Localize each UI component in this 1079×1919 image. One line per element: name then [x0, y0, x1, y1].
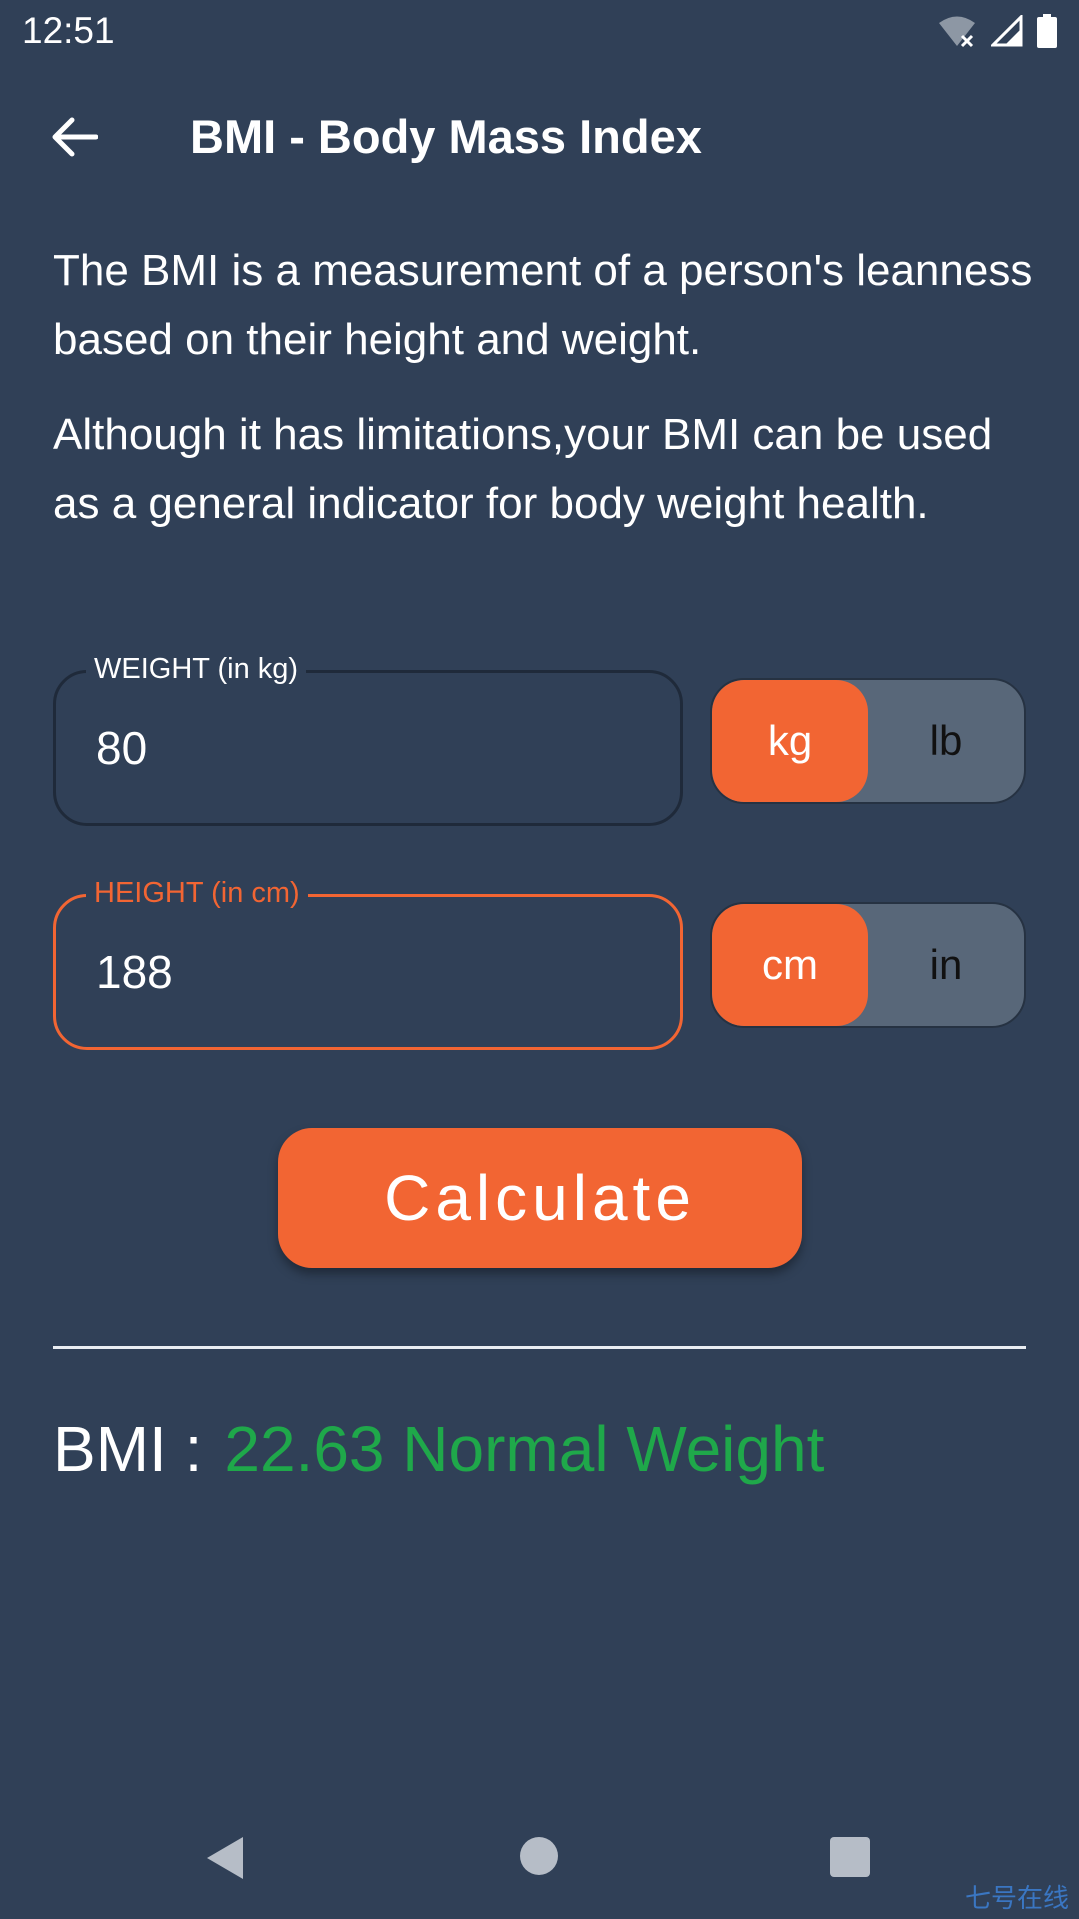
- calculate-button[interactable]: Calculate: [278, 1128, 802, 1268]
- battery-icon: [1037, 14, 1057, 48]
- height-unit-in[interactable]: in: [868, 904, 1024, 1026]
- description-paragraph-1: The BMI is a measurement of a person's l…: [53, 246, 1033, 364]
- height-field[interactable]: HEIGHT (in cm): [53, 875, 683, 1050]
- bmi-result-label: BMI :: [53, 1413, 203, 1485]
- weight-field[interactable]: WEIGHT (in kg): [53, 651, 683, 826]
- wifi-off-icon: [939, 16, 975, 48]
- weight-field-label: WEIGHT (in kg): [86, 651, 307, 687]
- height-unit-cm[interactable]: cm: [712, 904, 868, 1026]
- weight-unit-kg[interactable]: kg: [712, 680, 868, 802]
- divider: [53, 1346, 1026, 1349]
- app-bar: BMI - Body Mass Index: [0, 62, 1079, 212]
- description-paragraph-2: Although it has limitations,your BMI can…: [53, 410, 993, 528]
- height-unit-toggle[interactable]: cm in: [710, 902, 1026, 1028]
- status-bar: 12:51: [0, 0, 1079, 62]
- system-nav-bar: [0, 1800, 1079, 1919]
- arrow-back-icon: [52, 117, 98, 157]
- nav-recents-icon[interactable]: [830, 1837, 870, 1877]
- height-input[interactable]: [96, 945, 636, 999]
- nav-home-icon[interactable]: [520, 1837, 558, 1875]
- page-title: BMI - Body Mass Index: [190, 110, 702, 163]
- bmi-result: BMI : 22.63 Normal Weight: [53, 1412, 824, 1486]
- watermark: 七号在线: [964, 1883, 1069, 1913]
- bmi-result-value: 22.63 Normal Weight: [224, 1413, 825, 1485]
- nav-back-icon[interactable]: [205, 1835, 245, 1881]
- weight-unit-toggle[interactable]: kg lb: [710, 678, 1026, 804]
- status-icons: [937, 14, 1057, 48]
- height-field-label: HEIGHT (in cm): [86, 875, 308, 911]
- back-button[interactable]: [40, 102, 110, 172]
- status-time: 12:51: [22, 10, 115, 51]
- weight-unit-lb[interactable]: lb: [868, 680, 1024, 802]
- signal-icon: [991, 15, 1023, 47]
- weight-input[interactable]: [96, 721, 636, 775]
